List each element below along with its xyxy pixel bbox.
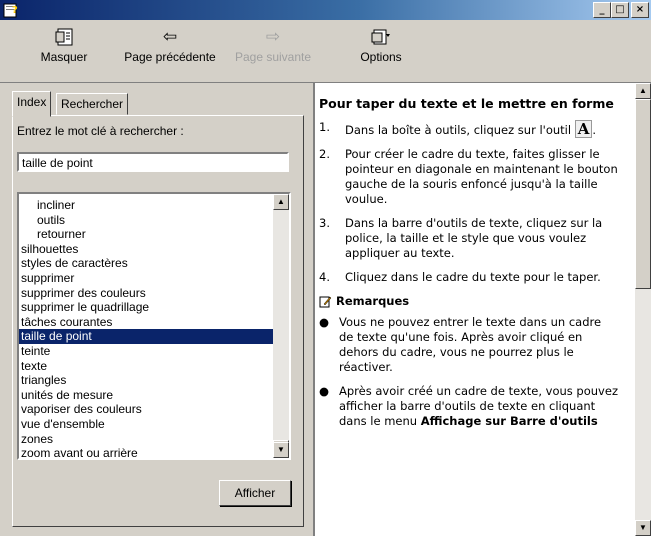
list-item[interactable]: triangles bbox=[19, 373, 273, 388]
note-text: Vous ne pouvez entrer le texte dans un c… bbox=[339, 315, 602, 374]
list-item[interactable]: taille de point bbox=[19, 328, 274, 346]
step-text-end: . bbox=[592, 123, 596, 137]
forward-label: Page suivante bbox=[234, 50, 312, 64]
scroll-up-button[interactable]: ▲ bbox=[273, 194, 289, 210]
step-item: 1. Dans la boîte à outils, cliquez sur l… bbox=[319, 120, 619, 138]
hide-button[interactable]: Masquer bbox=[34, 24, 94, 64]
menu-path: Affichage sur Barre d'outils bbox=[420, 414, 598, 428]
toolbar: Masquer ⇦ Page précédente ⇨ Page suivant… bbox=[0, 20, 651, 83]
scroll-thumb[interactable] bbox=[635, 99, 651, 289]
step-number: 1. bbox=[319, 120, 330, 134]
close-button[interactable]: × bbox=[631, 2, 649, 18]
topic-title: Pour taper du texte et le mettre en form… bbox=[319, 96, 614, 111]
keyword-prompt: Entrez le mot clé à rechercher : bbox=[17, 124, 184, 138]
bullet-icon: ● bbox=[319, 384, 330, 398]
topic-scrollbar[interactable]: ▲ ▼ bbox=[635, 83, 651, 536]
maximize-button[interactable]: □ bbox=[611, 2, 629, 18]
note-pencil-icon bbox=[319, 296, 332, 308]
note-item: ● Vous ne pouvez entrer le texte dans un… bbox=[319, 315, 619, 375]
list-item[interactable]: silhouettes bbox=[19, 242, 273, 257]
list-item[interactable]: outils bbox=[19, 213, 289, 228]
options-icon bbox=[352, 24, 410, 50]
note-item: ● Après avoir créé un cadre de texte, vo… bbox=[319, 384, 619, 429]
notes-title: Remarques bbox=[336, 294, 410, 308]
list-scrollbar[interactable]: ▲ ▼ bbox=[273, 194, 289, 458]
bullet-icon: ● bbox=[319, 315, 330, 329]
back-button[interactable]: ⇦ Page précédente bbox=[116, 24, 224, 64]
forward-arrow-icon: ⇨ bbox=[265, 27, 281, 47]
list-item[interactable]: zones bbox=[19, 432, 273, 447]
list-item[interactable]: styles de caractères bbox=[19, 256, 273, 271]
display-button[interactable]: Afficher bbox=[219, 480, 291, 506]
step-number: 2. bbox=[319, 147, 330, 161]
help-app-icon: ? bbox=[3, 3, 18, 18]
list-item[interactable]: vaporiser des couleurs bbox=[19, 402, 273, 417]
list-item[interactable]: zoom avant ou arrière bbox=[19, 446, 273, 458]
list-item[interactable]: supprimer le quadrillage bbox=[19, 300, 273, 315]
tab-index[interactable]: Index bbox=[12, 91, 52, 117]
list-item[interactable]: retourner bbox=[19, 227, 289, 242]
hide-pane-icon bbox=[34, 24, 94, 50]
topic-pane: Pour taper du texte et le mettre en form… bbox=[313, 83, 651, 536]
list-item[interactable]: texte bbox=[19, 359, 273, 374]
list-item[interactable]: vue d'ensemble bbox=[19, 417, 273, 432]
list-item[interactable]: tâches courantes bbox=[19, 315, 273, 330]
step-text: Dans la boîte à outils, cliquez sur l'ou… bbox=[345, 123, 572, 137]
step-item: 3. Dans la barre d'outils de texte, cliq… bbox=[319, 216, 619, 261]
tab-search[interactable]: Rechercher bbox=[56, 93, 129, 115]
options-label: Options bbox=[360, 50, 402, 64]
list-item[interactable]: supprimer des couleurs bbox=[19, 286, 273, 301]
list-item[interactable]: teinte bbox=[19, 344, 273, 359]
step-item: 2. Pour créer le cadre du texte, faites … bbox=[319, 147, 619, 207]
forward-button[interactable]: ⇨ Page suivante bbox=[228, 24, 318, 64]
notes-heading: Remarques bbox=[319, 294, 619, 309]
navigation-pane: Index Rechercher Entrez le mot clé à rec… bbox=[0, 83, 312, 536]
scroll-down-button[interactable]: ▼ bbox=[273, 442, 289, 458]
keyword-list[interactable]: incliner outils retourner silhouettes styles… bbox=[17, 192, 291, 460]
index-panel: Entrez le mot clé à rechercher : taille … bbox=[12, 115, 304, 527]
note-text: Après avoir créé un cadre de texte, vous… bbox=[339, 384, 619, 429]
minimize-button[interactable]: _ bbox=[593, 2, 611, 18]
list-item[interactable]: unités de mesure bbox=[19, 388, 273, 403]
options-button[interactable]: Options bbox=[352, 24, 410, 64]
svg-text:?: ? bbox=[12, 5, 18, 16]
title-bar[interactable]: ? _ □ × bbox=[0, 0, 651, 20]
step-number: 3. bbox=[319, 216, 330, 230]
back-label: Page précédente bbox=[124, 50, 216, 64]
step-number: 4. bbox=[319, 270, 330, 284]
hide-label: Masquer bbox=[40, 50, 88, 64]
topic-content: Pour taper du texte et le mettre en form… bbox=[319, 95, 619, 438]
step-text: Dans la barre d'outils de texte, cliquez… bbox=[345, 216, 603, 260]
keyword-input[interactable]: taille de point bbox=[17, 152, 289, 172]
step-text: Pour créer le cadre du texte, faites gli… bbox=[345, 147, 618, 206]
scroll-down-button[interactable]: ▼ bbox=[635, 520, 651, 536]
list-item[interactable]: incliner bbox=[19, 198, 289, 213]
back-arrow-icon: ⇦ bbox=[162, 27, 178, 47]
step-item: 4. Cliquez dans le cadre du texte pour l… bbox=[319, 270, 619, 285]
scroll-up-button[interactable]: ▲ bbox=[635, 83, 651, 99]
list-item[interactable]: supprimer bbox=[19, 271, 273, 286]
text-tool-icon: A bbox=[574, 120, 593, 138]
step-text: Cliquez dans le cadre du texte pour le t… bbox=[345, 270, 601, 284]
